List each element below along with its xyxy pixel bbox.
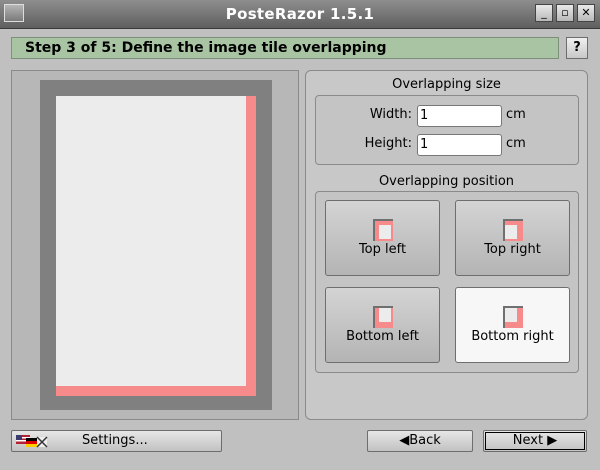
settings-button[interactable]: Settings... — [11, 430, 222, 452]
next-arrow-icon: ▶ — [547, 433, 558, 448]
settings-panel: Overlapping size Width: 1 cm Height: 1 c… — [305, 70, 588, 420]
bottom-left-button[interactable]: Bottom left — [325, 287, 440, 363]
width-label: Width: — [369, 107, 412, 122]
overlapping-position-title: Overlapping position — [378, 174, 515, 189]
bottom-right-label: Bottom right — [471, 329, 554, 344]
step-title: Step 3 of 5: Define the image tile overl… — [25, 40, 387, 56]
overlapping-size-group: Width: 1 cm Height: 1 cm — [315, 95, 579, 165]
bottom-right-icon — [503, 306, 523, 328]
settings-label: Settings... — [82, 433, 148, 448]
printable-area — [56, 96, 246, 386]
title-bar: PosteRazor 1.5.1 _ ▫ ✕ — [0, 0, 600, 29]
poster-preview — [11, 70, 299, 420]
overlap-right-strip — [246, 96, 256, 396]
top-right-icon — [503, 219, 523, 241]
minimize-button[interactable]: _ — [535, 4, 553, 22]
height-input[interactable]: 1 — [417, 134, 502, 156]
maximize-button[interactable]: ▫ — [556, 4, 574, 22]
top-right-button[interactable]: Top right — [455, 200, 570, 276]
back-button[interactable]: ◀Back — [367, 430, 473, 452]
next-label: Next — [512, 433, 544, 448]
top-left-label: Top left — [358, 242, 407, 257]
next-button[interactable]: Next ▶ — [483, 430, 587, 452]
paper-sheet — [40, 80, 272, 410]
overlapping-size-title: Overlapping size — [392, 77, 501, 92]
overlapping-position-group: Top left Top right Bottom left Bottom ri… — [315, 191, 579, 373]
close-button[interactable]: ✕ — [577, 4, 595, 22]
help-button[interactable]: ? — [566, 37, 588, 59]
bottom-right-button[interactable]: Bottom right — [455, 287, 570, 363]
language-flags-icon — [16, 435, 48, 448]
width-input[interactable]: 1 — [417, 105, 502, 127]
top-left-icon — [373, 219, 393, 241]
height-unit: cm — [506, 136, 526, 151]
bottom-left-label: Bottom left — [346, 329, 419, 344]
top-left-button[interactable]: Top left — [325, 200, 440, 276]
width-unit: cm — [506, 107, 526, 122]
overlap-bottom-strip — [56, 386, 256, 396]
step-header: Step 3 of 5: Define the image tile overl… — [11, 37, 559, 59]
back-arrow-icon: ◀ — [399, 433, 410, 448]
bottom-left-icon — [373, 306, 393, 328]
window-title: PosteRazor 1.5.1 — [225, 5, 375, 23]
back-label: Back — [409, 433, 441, 448]
top-right-label: Top right — [484, 242, 541, 257]
height-label: Height: — [364, 136, 412, 151]
